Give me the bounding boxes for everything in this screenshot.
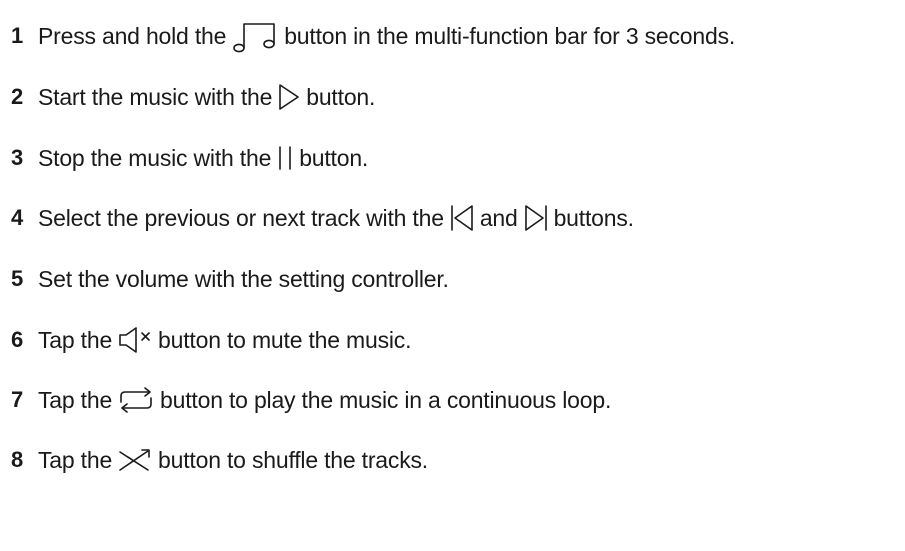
repeat-icon	[118, 386, 154, 414]
step-number: 3	[11, 145, 24, 170]
step-number: 2	[11, 84, 24, 109]
step-text: Set the volume with the setting controll…	[38, 265, 449, 292]
instruction-step-5: 5 Set the volume with the setting contro…	[0, 259, 449, 299]
instruction-step-2: 2 Start the music with the button.	[0, 77, 375, 117]
play-icon	[278, 83, 300, 111]
instruction-step-7: 7 Tap the button to play the music in a …	[0, 380, 611, 420]
step-text-before: Tap the	[38, 326, 113, 353]
instruction-step-1: 1 Press and hold the button in the multi…	[0, 16, 735, 56]
instruction-step-3: 3 Stop the music with the button.	[0, 138, 368, 178]
step-number: 4	[11, 205, 24, 230]
step-text-before: Tap the	[38, 446, 113, 473]
step-text-after: button to play the music in a continuous…	[160, 386, 612, 413]
step-number: 5	[11, 266, 24, 291]
step-number: 6	[11, 327, 24, 352]
instruction-step-8: 8 Tap the button to shuffle the tracks.	[0, 440, 428, 480]
step-number: 1	[11, 23, 24, 48]
shuffle-icon	[118, 446, 152, 474]
previous-track-icon	[450, 204, 474, 232]
step-text-before: Stop the music with the	[38, 144, 272, 171]
step-number: 8	[11, 447, 24, 472]
music-notes-icon	[232, 21, 278, 53]
step-text-after: button to mute the music.	[158, 326, 412, 353]
step-text-after: button to shuffle the tracks.	[158, 446, 428, 473]
step-text-before: Press and hold the	[38, 22, 227, 49]
step-text-before: Tap the	[38, 386, 113, 413]
pause-icon	[277, 145, 293, 171]
next-track-icon	[524, 204, 548, 232]
step-text-after: button.	[299, 144, 369, 171]
step-text-after: buttons.	[553, 204, 634, 231]
step-text-after: button in the multi-function bar for 3 s…	[284, 22, 736, 49]
step-text-before: Start the music with the	[38, 83, 273, 110]
instruction-step-4: 4 Select the previous or next track with…	[0, 198, 634, 238]
mute-icon	[118, 326, 152, 354]
step-number: 7	[11, 387, 24, 412]
instruction-step-6: 6 Tap the button to mute the music.	[0, 320, 411, 360]
step-text-after: button.	[306, 83, 376, 110]
step-text-before: Select the previous or next track with t…	[38, 204, 444, 231]
step-text-middle: and	[479, 204, 518, 231]
